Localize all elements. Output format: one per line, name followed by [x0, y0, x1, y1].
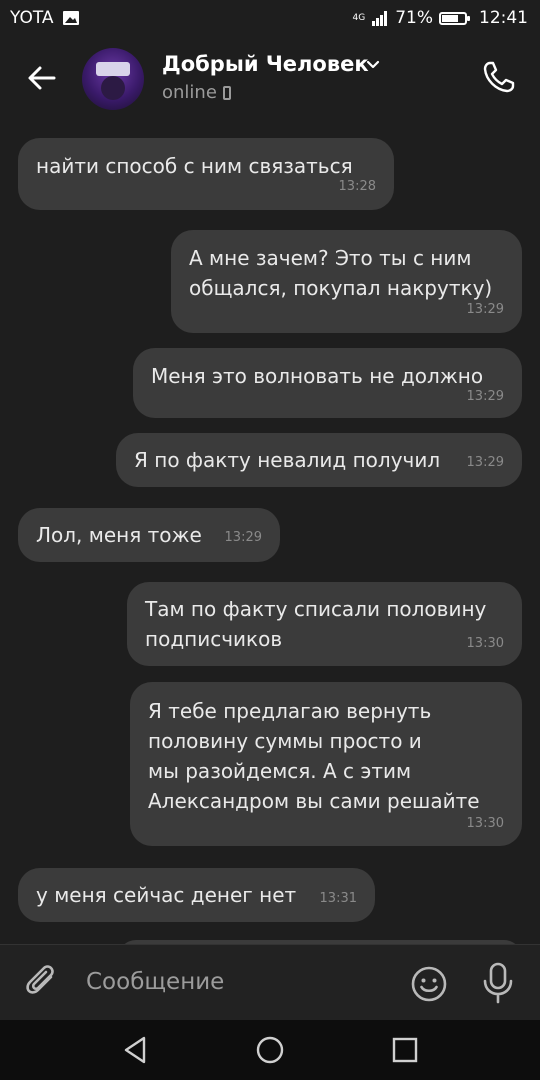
presence-label: online [162, 82, 217, 103]
clock: 12:41 [479, 8, 528, 28]
message-bubble[interactable]: Я тебе предлагаю вернуть половину суммы … [130, 682, 522, 846]
battery-icon [439, 11, 470, 25]
message-bubble[interactable]: найти способ с ним связаться 13:28 [18, 138, 394, 210]
message-composer: Сообщение [0, 944, 540, 1021]
mobile-icon [222, 85, 231, 100]
message-bubble[interactable]: Там по факту списали половину подписчико… [127, 582, 522, 666]
message-time: 13:28 [338, 179, 376, 194]
emoji-icon[interactable] [410, 965, 448, 1003]
recents-square-icon[interactable] [389, 1034, 421, 1066]
message-text: у меня сейчас денег нет [36, 883, 297, 907]
message-bubble[interactable]: А мне зачем? Это ты с ним общался, покуп… [171, 230, 522, 333]
home-circle-icon[interactable] [254, 1034, 286, 1066]
message-time: 13:29 [224, 530, 262, 545]
status-bar: YOTA 4G 71% 12:41 [0, 0, 540, 36]
message-bubble[interactable]: Я по факту невалид получил 13:29 [116, 433, 522, 487]
message-bubble[interactable]: Меня это волновать не должно 13:29 [133, 348, 522, 418]
battery-percent: 71% [395, 8, 433, 28]
message-bubble[interactable]: у меня сейчас денег нет 13:31 [18, 868, 375, 922]
message-time: 13:31 [319, 891, 357, 906]
message-time: 13:30 [466, 816, 504, 831]
message-text: А мне зачем? Это ты с ним общался, покуп… [189, 246, 493, 300]
phone-call-icon[interactable] [480, 58, 518, 96]
network-type: 4G [352, 12, 366, 23]
chevron-down-icon[interactable] [365, 56, 381, 72]
message-text: Я тебе предлагаю вернуть половину суммы … [148, 699, 480, 813]
presence-status: online [162, 82, 231, 103]
message-input[interactable]: Сообщение [86, 969, 224, 995]
message-list[interactable]: найти способ с ним связаться 13:28 А мне… [0, 120, 540, 944]
message-text: найти способ с ним связаться [36, 154, 353, 178]
microphone-icon[interactable] [480, 961, 516, 1005]
message-time: 13:30 [466, 636, 504, 651]
back-arrow-icon[interactable] [24, 60, 60, 96]
system-navigation-bar [0, 1020, 540, 1080]
avatar[interactable] [82, 48, 144, 110]
message-time: 13:29 [466, 455, 504, 470]
signal-icon [372, 11, 388, 26]
message-text: Там по факту списали половину подписчико… [145, 597, 487, 651]
message-bubble[interactable]: Лол, меня тоже 13:29 [18, 508, 280, 562]
paperclip-icon[interactable] [24, 963, 60, 1003]
chat-header: Добрый Человек online [0, 36, 540, 120]
back-triangle-icon[interactable] [120, 1034, 152, 1066]
message-text: Меня это волновать не должно [151, 364, 484, 388]
message-text: Я по факту невалид получил [134, 448, 441, 472]
image-notification-icon [62, 11, 79, 25]
carrier-label: YOTA [10, 8, 54, 28]
message-time: 13:29 [466, 389, 504, 404]
message-time: 13:29 [466, 302, 504, 317]
contact-name[interactable]: Добрый Человек [162, 52, 369, 76]
